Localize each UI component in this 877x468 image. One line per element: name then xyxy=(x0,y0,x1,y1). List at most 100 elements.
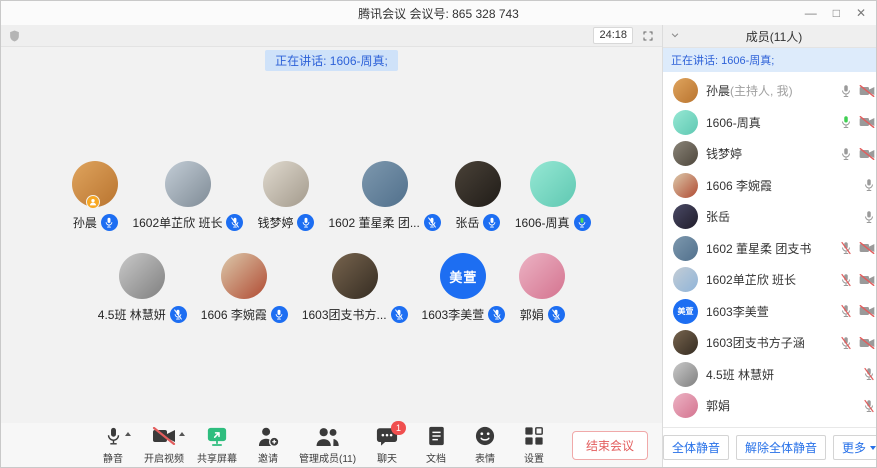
mic-icon[interactable] xyxy=(863,178,875,192)
camera-off-icon[interactable] xyxy=(859,242,875,254)
security-shield-icon[interactable] xyxy=(9,30,20,42)
participant-tile[interactable]: 美萱1603李美萱 xyxy=(422,253,506,323)
toolbar-camera-button[interactable]: 开启视频 xyxy=(142,426,186,465)
participant-name: 郭娟 xyxy=(520,306,544,323)
participant-tile[interactable]: 张岳 xyxy=(455,161,501,231)
member-row[interactable]: 1602单芷欣 班长 xyxy=(663,264,877,296)
member-row[interactable]: 1606 李婉霞 xyxy=(663,170,877,202)
member-row[interactable]: 1602 董星柔 团支书 xyxy=(663,233,877,265)
participant-tile[interactable]: 孙晨 xyxy=(72,161,118,231)
toolbar-mute-button[interactable]: 静音 xyxy=(93,426,133,465)
toolbar-emoji-button[interactable]: 表情 xyxy=(465,426,505,465)
toolbar-share-screen-button[interactable]: 共享屏幕 xyxy=(195,426,239,465)
participant-tile[interactable]: 1602 董星柔 团... xyxy=(328,161,440,231)
member-avatar xyxy=(673,362,698,387)
mic-off-icon[interactable] xyxy=(840,336,852,350)
emoji-icon xyxy=(475,426,495,446)
toolbar-label: 文档 xyxy=(426,450,446,465)
mic-off-icon xyxy=(424,214,441,231)
mic-speaking-icon[interactable] xyxy=(840,115,852,129)
participant-avatar xyxy=(519,253,565,299)
mic-icon[interactable] xyxy=(863,210,875,224)
participant-tile[interactable]: 1603团支书方... xyxy=(302,253,408,323)
member-name: 1603团支书方子涵 xyxy=(706,336,805,350)
toolbar-label: 表情 xyxy=(475,450,495,465)
member-row[interactable]: 4.5班 林慧妍 xyxy=(663,359,877,391)
member-name: 4.5班 林慧妍 xyxy=(706,368,774,382)
member-row[interactable]: 1606-周真 xyxy=(663,107,877,139)
end-meeting-button[interactable]: 结束会议 xyxy=(572,431,648,460)
speaking-banner: 正在讲话: 1606-周真; xyxy=(265,50,398,71)
member-row[interactable]: 孙晨(主持人, 我) xyxy=(663,75,877,107)
video-stage: 正在讲话: 1606-周真; 孙晨1602单芷欣 班长钱梦婷 1602 董星柔 团… xyxy=(1,47,662,423)
mic-off-icon xyxy=(170,306,187,323)
meeting-subbar: 24:18 xyxy=(1,25,662,47)
toolbar-label: 开启视频 xyxy=(144,450,184,465)
maximize-button[interactable]: □ xyxy=(833,7,840,19)
toolbar-manage-members-button[interactable]: 管理成员(11) xyxy=(297,426,358,465)
participant-name: 1603团支书方... xyxy=(302,306,387,323)
mic-speaking-icon xyxy=(574,214,591,231)
toolbar-settings-button[interactable]: 设置 xyxy=(514,426,554,465)
member-row[interactable]: 美萱1603李美萱 xyxy=(663,296,877,328)
participant-tile[interactable]: 1602单芷欣 班长 xyxy=(132,161,243,231)
participant-avatar xyxy=(119,253,165,299)
member-row[interactable]: 张岳 xyxy=(663,201,877,233)
member-name: 钱梦婷 xyxy=(706,147,742,161)
member-name: 1606-周真 xyxy=(706,116,761,130)
camera-off-icon[interactable] xyxy=(859,337,875,349)
mic-off-icon[interactable] xyxy=(840,241,852,255)
caret-up-icon[interactable] xyxy=(179,432,185,436)
participant-tile[interactable]: 钱梦婷 xyxy=(257,161,314,231)
mic-off-icon[interactable] xyxy=(863,399,875,413)
participant-name: 1602 董星柔 团... xyxy=(328,214,419,231)
mic-off-icon[interactable] xyxy=(840,273,852,287)
toolbar-docs-button[interactable]: 文档 xyxy=(416,426,456,465)
member-name: 1602 董星柔 团支书 xyxy=(706,242,811,256)
member-avatar xyxy=(673,330,698,355)
toolbar-label: 设置 xyxy=(524,450,544,465)
window-controls: — □ ✕ xyxy=(805,1,866,25)
participant-tile[interactable]: 1606 李婉霞 xyxy=(201,253,288,323)
toolbar-chat-button[interactable]: 1聊天 xyxy=(367,426,407,465)
unmute-all-button[interactable]: 解除全体静音 xyxy=(736,435,826,460)
member-avatar xyxy=(673,267,698,292)
camera-off-icon[interactable] xyxy=(859,274,875,286)
mic-off-icon xyxy=(226,214,243,231)
participant-tile[interactable]: 1606-周真 xyxy=(515,161,591,231)
content-area: 24:18 正在讲话: 1606-周真; 孙晨1602单芷欣 班长钱梦婷1602… xyxy=(1,25,876,467)
toolbar-label: 静音 xyxy=(103,450,123,465)
fullscreen-icon[interactable] xyxy=(642,30,654,42)
sidebar-title: 成员(11人) xyxy=(663,28,877,45)
chevron-down-icon[interactable] xyxy=(670,30,680,40)
mic-icon[interactable] xyxy=(840,84,852,98)
sidebar-header: 成员(11人) xyxy=(663,25,877,48)
camera-off-icon[interactable] xyxy=(859,148,875,160)
participant-tile[interactable]: 郭娟 xyxy=(519,253,565,323)
invite-icon xyxy=(257,426,280,447)
mic-icon xyxy=(297,214,314,231)
mic-icon[interactable] xyxy=(840,147,852,161)
camera-off-icon[interactable] xyxy=(859,305,875,317)
member-avatar xyxy=(673,236,698,261)
participant-tile[interactable]: 4.5班 林慧妍 xyxy=(98,253,187,323)
participant-avatar xyxy=(263,161,309,207)
mute-all-button[interactable]: 全体静音 xyxy=(663,435,729,460)
mic-off-icon[interactable] xyxy=(840,304,852,318)
participant-name: 1606-周真 xyxy=(515,214,570,231)
camera-off-icon[interactable] xyxy=(859,85,875,97)
member-row[interactable]: 1603团支书方子涵 xyxy=(663,327,877,359)
member-avatar xyxy=(673,204,698,229)
member-row[interactable]: 郭娟 xyxy=(663,390,877,422)
member-avatar xyxy=(673,173,698,198)
close-button[interactable]: ✕ xyxy=(856,7,866,19)
toolbar-invite-button[interactable]: 邀请 xyxy=(248,426,288,465)
minimize-button[interactable]: — xyxy=(805,7,817,19)
camera-off-icon[interactable] xyxy=(859,116,875,128)
member-row[interactable]: 钱梦婷 xyxy=(663,138,877,170)
toolbar-label: 聊天 xyxy=(377,450,397,465)
more-button[interactable]: 更多 xyxy=(833,435,877,460)
mic-off-icon[interactable] xyxy=(863,367,875,381)
caret-up-icon[interactable] xyxy=(125,432,131,436)
chat-unread-badge: 1 xyxy=(391,421,406,435)
